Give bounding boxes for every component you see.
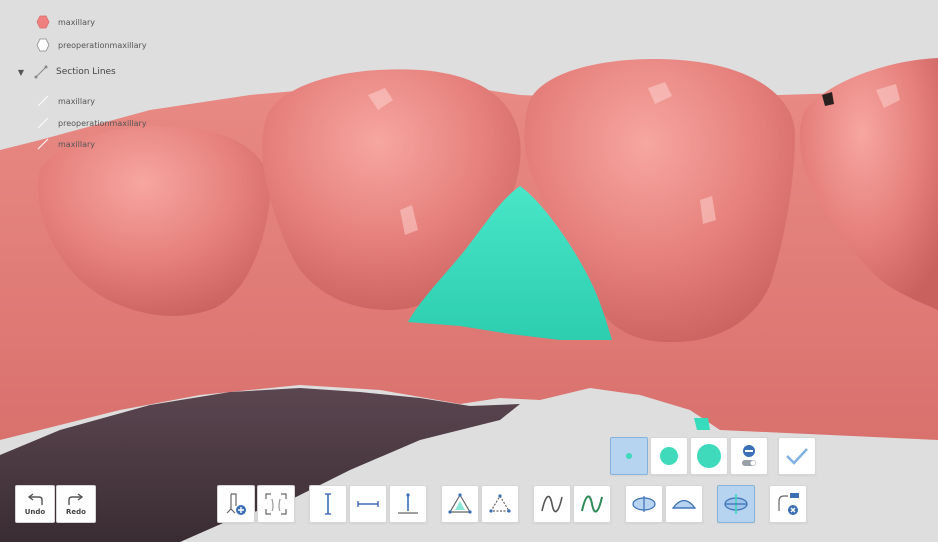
vertical-measure-icon (325, 493, 331, 515)
curve-icon (541, 495, 563, 513)
cut-plane-add-icon (226, 493, 246, 515)
section-line-icon (34, 65, 48, 79)
plane-move-button[interactable] (717, 485, 755, 523)
section-line-item[interactable]: maxillary (36, 137, 95, 151)
section-lines-group[interactable]: ▼ Section Lines (16, 65, 116, 79)
section-remove-button[interactable] (769, 485, 807, 523)
section-line-icon (37, 95, 49, 107)
redo-button[interactable]: Redo (56, 485, 96, 523)
dot-large-icon (697, 444, 721, 468)
selected-fragment (694, 418, 710, 430)
dot-small-icon (626, 453, 632, 459)
curve-edit-button[interactable] (533, 485, 571, 523)
angle-measure-button[interactable] (441, 485, 479, 523)
collapse-arrow-icon[interactable]: ▼ (16, 68, 26, 77)
horizontal-measure-icon (357, 501, 379, 507)
curve-green-icon (581, 495, 603, 513)
section-line-label: preoperationmaxillary (58, 118, 147, 128)
confirm-button[interactable] (778, 437, 816, 475)
section-line-icon (37, 117, 49, 129)
height-measure-icon (398, 493, 418, 514)
section-line-item[interactable]: maxillary (36, 94, 95, 108)
layer-label: preoperationmaxillary (58, 40, 147, 50)
add-cut-plane-button[interactable] (217, 485, 255, 523)
height-measure-button[interactable] (389, 485, 427, 523)
section-remove-icon (778, 493, 799, 515)
section-line-item[interactable]: preoperationmaxillary (36, 116, 147, 130)
plane-move-icon (724, 494, 748, 514)
horizontal-measure-button[interactable] (349, 485, 387, 523)
dot-medium-icon (660, 447, 678, 465)
brush-small-button[interactable] (610, 437, 648, 475)
triangle-measure-button[interactable] (481, 485, 519, 523)
undo-arrow-icon (27, 492, 43, 505)
section-line-label: maxillary (58, 139, 96, 149)
redo-arrow-icon (68, 492, 84, 505)
hexagon-filled-icon (36, 15, 50, 29)
plane-side-view-button[interactable] (665, 485, 703, 523)
brush-large-button[interactable] (690, 437, 728, 475)
plane-ellipse-icon (632, 496, 656, 512)
layer-label: maxillary (58, 17, 96, 27)
section-line-label: maxillary (58, 96, 96, 106)
eraser-toggle-icon (742, 445, 756, 466)
check-icon (786, 448, 808, 465)
redo-label: Redo (66, 507, 86, 516)
vertical-measure-button[interactable] (309, 485, 347, 523)
eraser-toggle-button[interactable] (730, 437, 768, 475)
layer-item-maxillary[interactable]: maxillary (36, 15, 95, 29)
brush-medium-button[interactable] (650, 437, 688, 475)
undo-label: Undo (24, 507, 46, 516)
hexagon-outline-icon (36, 38, 50, 52)
section-line-icon (37, 138, 49, 150)
plane-dome-icon (671, 499, 697, 509)
undo-button[interactable]: Undo (15, 485, 55, 523)
layer-item-preoperationmaxillary[interactable]: preoperationmaxillary (36, 38, 147, 52)
section-lines-title: Section Lines (56, 67, 116, 77)
curve-edit-green-button[interactable] (573, 485, 611, 523)
triangle-angle-icon (448, 493, 472, 514)
plane-view-button[interactable] (625, 485, 663, 523)
section-bracket-button[interactable] (257, 485, 295, 523)
bracket-corners-icon (265, 493, 287, 515)
triangle-outline-icon (489, 494, 511, 513)
